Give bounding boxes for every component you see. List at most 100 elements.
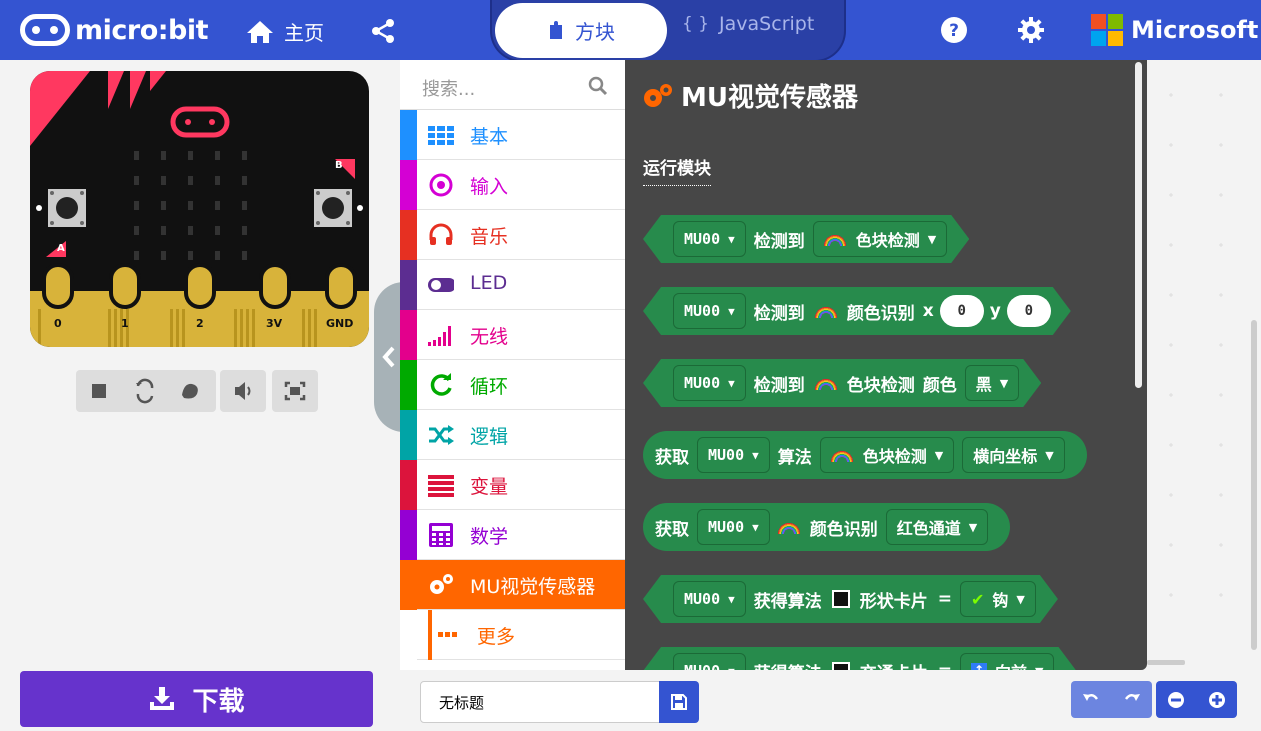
help-icon: ? (941, 17, 967, 43)
category-color-bar (400, 510, 417, 560)
workspace-scrollbar[interactable] (1251, 320, 1257, 650)
category-music[interactable]: 音乐 (400, 210, 625, 260)
category-logic[interactable]: 逻辑 (400, 410, 625, 460)
category-color-bar (400, 360, 417, 410)
block-text: 获得算法 (754, 659, 822, 671)
category-label: 变量 (470, 476, 509, 498)
category-loops[interactable]: 循环 (400, 360, 625, 410)
channel-dropdown[interactable]: 红色通道 ▼ (885, 509, 989, 545)
help-button[interactable]: ? (940, 16, 968, 48)
gear-icon (1018, 17, 1044, 43)
category-color-bar (400, 610, 417, 660)
zoom-in-icon[interactable] (1208, 691, 1226, 709)
tab-blocks[interactable]: 方块 (495, 3, 667, 58)
dropdown-value: 红色通道 (896, 519, 961, 538)
category-led[interactable]: LED (400, 260, 625, 310)
dots-icon (438, 632, 457, 637)
sensor-dropdown[interactable]: MU00▼ (697, 437, 770, 473)
category-variables[interactable]: 变量 (400, 460, 625, 510)
dropdown-arrow-icon: ▼ (1016, 592, 1025, 606)
share-icon (372, 19, 394, 43)
save-button[interactable] (659, 681, 699, 723)
category-label: 输入 (470, 176, 509, 198)
algorithm-dropdown[interactable]: 色块检测 ▼ (819, 437, 955, 473)
refresh-icon (430, 373, 452, 396)
list-icon (428, 475, 454, 497)
workspace[interactable] (1147, 60, 1261, 670)
dropdown-value: MU00 (684, 590, 721, 608)
category-mu-vision-sensor[interactable]: MU视觉传感器 (400, 560, 625, 610)
dropdown-arrow-icon: ▼ (752, 520, 759, 534)
download-button[interactable]: 下载 (20, 671, 373, 727)
pin-2[interactable] (184, 263, 216, 309)
block-text: 颜色 (922, 375, 957, 396)
microbit-board[interactable]: A B 0 1 2 3V GND (30, 71, 369, 347)
share-button[interactable] (370, 18, 396, 48)
dropdown-value: 钩 (992, 591, 1009, 610)
download-label: 下载 (192, 686, 245, 717)
pin-1[interactable] (109, 263, 141, 309)
flyout-scrollbar[interactable] (1135, 62, 1142, 388)
undo-icon[interactable] (1082, 692, 1100, 708)
pin-label: 0 (54, 317, 62, 330)
color-dropdown[interactable]: 黑 ▼ (965, 365, 1019, 401)
block-traffic-card[interactable]: MU00▼ 获得算法 交通卡片 = ↑向前▼ (643, 647, 1076, 670)
field-dropdown[interactable]: 横向坐标 ▼ (962, 437, 1065, 473)
fullscreen-icon (284, 381, 306, 401)
sim-controls-main (76, 370, 216, 412)
redo-icon[interactable] (1123, 692, 1141, 708)
block-get-algorithm-value[interactable]: 获取 MU00 ▼ 算法 色块检测 ▼ 横向坐标 ▼ (643, 431, 1087, 479)
pin-label: 2 (196, 317, 204, 330)
puzzle-icon (550, 20, 562, 39)
home-button[interactable]: 主页 (246, 17, 324, 46)
y-input[interactable]: 0 (1007, 295, 1051, 327)
block-detect-color-xy[interactable]: MU00 ▼ 检测到 颜色识别 x 0 y 0 (643, 287, 1071, 335)
microbit-logo-icon (20, 14, 70, 46)
braces-icon: { } (682, 14, 710, 34)
rainbow-icon (815, 304, 837, 318)
sensor-dropdown[interactable]: MU00 ▼ (697, 509, 770, 545)
sensor-dropdown[interactable]: MU00 ▼ (673, 581, 746, 617)
block-detect-color-block[interactable]: MU00 ▼ 检测到 色块检测 ▼ (643, 215, 969, 263)
mute-button[interactable] (220, 370, 266, 412)
category-basic[interactable]: 基本 (400, 110, 625, 160)
shape-dropdown[interactable]: ✔ 钩 ▼ (960, 581, 1036, 617)
x-input[interactable]: 0 (940, 295, 984, 327)
microbit-logo[interactable]: micro:bit (20, 12, 209, 48)
sensor-dropdown[interactable]: MU00▼ (673, 293, 746, 329)
signal-icon (428, 326, 451, 346)
project-name-input[interactable]: 无标题 (420, 681, 660, 723)
pin-3v[interactable] (259, 263, 291, 309)
block-shape-card[interactable]: MU00 ▼ 获得算法 形状卡片 = ✔ 钩 ▼ (643, 575, 1058, 623)
traffic-dropdown[interactable]: ↑向前▼ (960, 653, 1054, 670)
category-label: 更多 (477, 626, 516, 648)
rainbow-icon (815, 376, 837, 390)
button-b-label: B (335, 160, 343, 171)
block-get-color-channel[interactable]: 获取 MU00 ▼ 颜色识别 红色通道 ▼ (643, 503, 1011, 551)
category-math[interactable]: 数学 (400, 510, 625, 560)
dropdown-arrow-icon: ▼ (728, 592, 735, 606)
fullscreen-button[interactable] (272, 370, 318, 412)
dropdown-value: MU00 (708, 518, 745, 536)
search-icon[interactable] (588, 76, 608, 96)
toolbox-search[interactable]: 搜索... (400, 60, 625, 110)
search-input[interactable]: 搜索... (422, 75, 475, 101)
zoom-out-icon[interactable] (1167, 691, 1185, 709)
settings-button[interactable] (1017, 16, 1045, 48)
tab-javascript[interactable]: { } JavaScript (682, 13, 814, 35)
sensor-dropdown[interactable]: MU00▼ (673, 365, 746, 401)
category-radio[interactable]: 无线 (400, 310, 625, 360)
block-detect-block-color[interactable]: MU00 ▼ 检测到 色块检测 颜色 黑 ▼ (643, 359, 1041, 407)
microsoft-logo[interactable]: Microsoft (1091, 14, 1258, 46)
pin-0[interactable] (42, 263, 74, 309)
block-text: 获得算法 (753, 591, 822, 612)
category-input[interactable]: 输入 (400, 160, 625, 210)
block-text: 形状卡片 (859, 591, 928, 612)
category-label: 音乐 (470, 226, 509, 248)
pin-gnd[interactable] (325, 263, 357, 309)
category-more[interactable]: 更多 (400, 610, 625, 660)
sensor-dropdown[interactable]: MU00▼ (673, 653, 746, 670)
block-text: 颜色识别 (846, 303, 915, 324)
algorithm-dropdown[interactable]: 色块检测 ▼ (813, 221, 947, 257)
sensor-dropdown[interactable]: MU00▼ (673, 221, 746, 257)
